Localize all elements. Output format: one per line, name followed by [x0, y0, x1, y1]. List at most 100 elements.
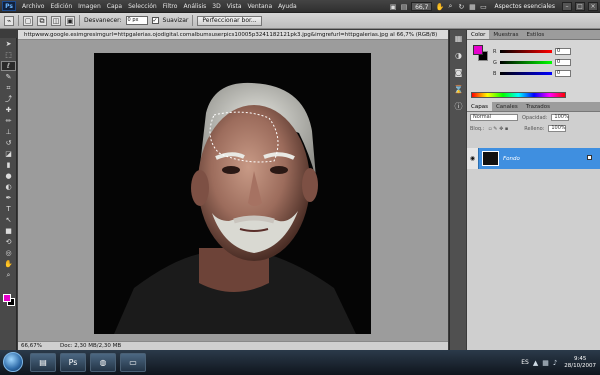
color-spectrum-bar[interactable]: [471, 92, 566, 98]
green-slider[interactable]: [500, 61, 552, 64]
green-value-input[interactable]: 0: [555, 59, 571, 66]
tool-preset-icon[interactable]: ⌁: [4, 15, 14, 26]
feather-label: Desvanecer:: [84, 17, 122, 24]
add-selection-icon[interactable]: ⧉: [37, 15, 47, 26]
menu-seleccion[interactable]: Selección: [125, 3, 160, 10]
start-button[interactable]: [3, 352, 23, 372]
menu-archivo[interactable]: Archivo: [19, 3, 47, 10]
history-brush-tool-icon[interactable]: ↺: [1, 138, 16, 148]
feather-input[interactable]: 0 px: [125, 16, 148, 25]
menu-ayuda[interactable]: Ayuda: [275, 3, 300, 10]
crop-tool-icon[interactable]: ⌗: [1, 83, 16, 93]
info-panel-icon[interactable]: ⓘ: [452, 101, 465, 112]
image-canvas[interactable]: [94, 53, 371, 334]
zoom-level-select[interactable]: 66,7: [411, 2, 433, 11]
eyedropper-tool-icon[interactable]: ⤴: [1, 94, 16, 104]
foreground-color-swatch[interactable]: [3, 294, 11, 302]
status-doc-info: Doc: 2,30 MB/2,30 MB: [59, 343, 122, 349]
taskbar-explorer-icon[interactable]: ▤: [30, 353, 56, 372]
arrange-documents-icon[interactable]: ▦: [468, 3, 476, 11]
healing-brush-tool-icon[interactable]: ✚: [1, 105, 16, 115]
red-value-input[interactable]: 0: [555, 48, 571, 55]
panel-icon-strip: ▦ ◑ ◙ ⌛ ⓘ: [449, 30, 466, 350]
menu-vista[interactable]: Vista: [224, 3, 245, 10]
portrait-photo: [94, 53, 371, 334]
taskbar-firefox-icon[interactable]: ◍: [90, 353, 116, 372]
zoom-tool-icon[interactable]: ⌕: [1, 270, 16, 280]
layer-row[interactable]: ◉ Fondo: [467, 148, 600, 169]
tab-layers[interactable]: Capas: [467, 102, 492, 111]
tab-paths[interactable]: Trazados: [522, 102, 554, 111]
menu-imagen[interactable]: Imagen: [75, 3, 104, 10]
rotate-view-icon[interactable]: ↻: [457, 3, 465, 11]
taskbar-folder-icon[interactable]: ▭: [120, 353, 146, 372]
menu-analisis[interactable]: Análisis: [180, 3, 209, 10]
dodge-tool-icon[interactable]: ◐: [1, 182, 16, 192]
adjustments-panel-icon[interactable]: ◑: [452, 50, 465, 61]
pen-tool-icon[interactable]: ✒: [1, 193, 16, 203]
clock[interactable]: 9:45 28/10/2007: [564, 356, 596, 370]
opacity-label: Opacidad:: [522, 114, 548, 121]
tab-channels[interactable]: Canales: [492, 102, 522, 111]
brush-tool-icon[interactable]: ✏: [1, 116, 16, 126]
type-tool-icon[interactable]: T: [1, 204, 16, 214]
volume-icon[interactable]: ♪: [553, 359, 557, 367]
status-zoom[interactable]: 66,67%: [21, 342, 42, 350]
lasso-tool-icon[interactable]: ℓ: [1, 61, 16, 71]
mini-bridge-icon[interactable]: ▤: [400, 3, 408, 11]
workspace-switcher[interactable]: Aspectos esenciales: [490, 3, 559, 10]
red-slider[interactable]: [500, 50, 552, 53]
color-foreground-swatch[interactable]: [473, 45, 483, 55]
tab-color[interactable]: Color: [467, 30, 490, 39]
maximize-button[interactable]: □: [575, 2, 585, 11]
path-selection-tool-icon[interactable]: ↖: [1, 215, 16, 225]
blue-slider[interactable]: [500, 72, 552, 75]
gradient-tool-icon[interactable]: ▮: [1, 160, 16, 170]
blur-tool-icon[interactable]: ●: [1, 171, 16, 181]
blend-mode-select[interactable]: Normal: [470, 114, 518, 121]
minimize-button[interactable]: –: [562, 2, 572, 11]
3d-orbit-tool-icon[interactable]: ◎: [1, 248, 16, 258]
quick-selection-tool-icon[interactable]: ✎: [1, 72, 16, 82]
clone-stamp-tool-icon[interactable]: ⊥: [1, 127, 16, 137]
tray-arrow-icon[interactable]: ▲: [533, 359, 538, 367]
refine-edge-button[interactable]: Perfeccionar bor...: [197, 15, 262, 26]
screen-mode-icon[interactable]: ▭: [479, 3, 487, 11]
intersect-selection-icon[interactable]: ▣: [65, 15, 75, 26]
hand-icon[interactable]: ✋: [435, 3, 444, 11]
photoshop-logo: Ps: [2, 1, 16, 11]
menu-3d[interactable]: 3D: [209, 3, 223, 10]
subtract-selection-icon[interactable]: ◫: [51, 15, 61, 26]
hand-tool-icon[interactable]: ✋: [1, 259, 16, 269]
close-button[interactable]: ×: [588, 2, 598, 11]
marquee-tool-icon[interactable]: ⬚: [1, 50, 16, 60]
menu-capa[interactable]: Capa: [104, 3, 125, 10]
move-tool-icon[interactable]: ➤: [1, 39, 16, 49]
history-panel-icon[interactable]: ⌛: [452, 84, 465, 95]
fill-input[interactable]: 100%: [548, 125, 567, 132]
smooth-checkbox[interactable]: ✓: [151, 17, 159, 24]
swatches-panel-icon[interactable]: ▦: [452, 33, 465, 44]
network-icon[interactable]: ▦: [542, 359, 549, 367]
menu-edicion[interactable]: Edición: [47, 3, 75, 10]
3d-rotate-tool-icon[interactable]: ⟲: [1, 237, 16, 247]
masks-panel-icon[interactable]: ◙: [452, 67, 465, 78]
new-selection-icon[interactable]: ▢: [23, 15, 33, 26]
opacity-input[interactable]: 100%: [551, 114, 570, 121]
language-indicator[interactable]: ES: [521, 359, 529, 366]
menu-ventana[interactable]: Ventana: [245, 3, 276, 10]
blue-value-input[interactable]: 0: [555, 70, 571, 77]
menu-filtro[interactable]: Filtro: [160, 3, 181, 10]
tab-swatches[interactable]: Muestras: [489, 30, 522, 39]
visibility-eye-icon[interactable]: ◉: [467, 148, 479, 169]
blue-slider-row: B 0: [493, 70, 571, 77]
tab-styles[interactable]: Estilos: [523, 30, 549, 39]
document-tab[interactable]: httpwww.google.esimgresimgurl=httpgaleri…: [18, 30, 448, 40]
shape-tool-icon[interactable]: ■: [1, 226, 16, 236]
bridge-icon[interactable]: ▣: [389, 3, 397, 11]
taskbar-photoshop-icon[interactable]: Ps: [60, 353, 86, 372]
divider: [18, 15, 19, 26]
zoom-icon[interactable]: ⌕: [446, 2, 454, 11]
eraser-tool-icon[interactable]: ◪: [1, 149, 16, 159]
lock-icons[interactable]: ▫ ✎ ✥ ▪: [488, 126, 508, 132]
